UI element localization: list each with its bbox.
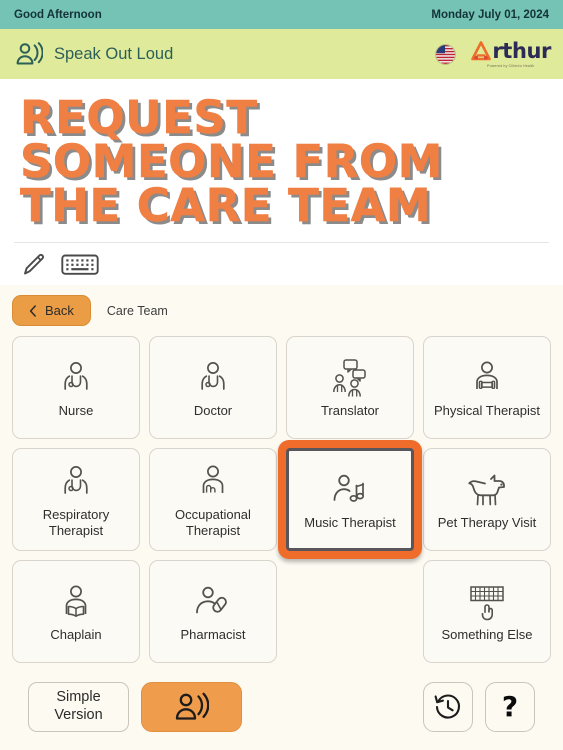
tile-label: Occupational Therapist [175, 507, 251, 538]
date-text: Monday July 01, 2024 [431, 8, 549, 21]
svg-text:?: ? [502, 692, 518, 722]
page-title-line-2: SOMEONE FROM [20, 135, 443, 189]
pencil-icon[interactable] [20, 251, 47, 278]
status-bar: Good Afternoon Monday July 01, 2024 [0, 0, 563, 29]
occupational-therapist-icon [194, 461, 232, 503]
arthur-logo-text: rthur [492, 38, 551, 63]
physical-therapist-icon [468, 357, 506, 399]
tile-label: Something Else [441, 627, 533, 643]
tile-empty-slot [286, 560, 414, 663]
tile-label: Pet Therapy Visit [437, 515, 537, 531]
music-therapist-icon [330, 469, 370, 511]
speak-button[interactable] [141, 681, 242, 732]
tile-occupational-therapist[interactable]: Occupational Therapist [149, 448, 277, 552]
breadcrumb: Care Team [106, 303, 168, 318]
pharmacist-icon [193, 581, 233, 623]
brand-area: rthur Powered by Cillento Health [435, 40, 551, 69]
app-root: Good Afternoon Monday July 01, 2024 Spea… [0, 0, 563, 750]
respiratory-therapist-icon [57, 461, 95, 503]
nurse-icon [57, 357, 95, 399]
dog-icon [466, 469, 508, 511]
tile-label: Chaplain [50, 627, 102, 643]
person-speaking-icon [175, 692, 209, 722]
question-mark-icon: ? [497, 692, 523, 722]
tile-physical-therapist[interactable]: Physical Therapist [423, 336, 551, 440]
input-toolbar [0, 243, 563, 286]
tile-pharmacist[interactable]: Pharmacist [149, 560, 277, 664]
translator-icon [329, 357, 371, 399]
tile-something-else[interactable]: Something Else [423, 560, 551, 664]
tile-translator[interactable]: Translator [286, 336, 414, 440]
page-title-area: REQUEST SOMEONE FROM THE CARE TEAM [0, 79, 563, 228]
tile-doctor[interactable]: Doctor [149, 336, 277, 440]
back-button-label: Back [45, 303, 74, 319]
speak-out-loud-label: Speak Out Loud [54, 44, 174, 63]
tile-label: Doctor [193, 403, 233, 419]
tile-music-therapist[interactable]: Music Therapist [286, 448, 414, 552]
speak-out-loud-bar: Speak Out Loud rthur Powered by Cillento… [0, 29, 563, 79]
page-title-line-1: REQUEST [20, 91, 258, 144]
keyboard-hand-icon [465, 581, 509, 623]
history-clock-icon [433, 692, 463, 722]
help-button[interactable]: ? [485, 681, 535, 732]
chaplain-icon [57, 581, 95, 623]
person-speaking-icon [16, 42, 43, 66]
breadcrumb-row: Back Care Team [12, 295, 551, 327]
doctor-icon [194, 357, 232, 399]
simple-version-label-line2: Version [54, 706, 103, 723]
simple-version-label-line1: Simple [56, 688, 101, 705]
page-title-line-3: THE CARE TEAM [20, 179, 432, 233]
speak-out-loud-button[interactable]: Speak Out Loud [16, 42, 173, 66]
tile-label: Physical Therapist [434, 403, 540, 419]
arthur-logo-tagline: Powered by Cillento Health [487, 63, 535, 68]
back-button[interactable]: Back [12, 295, 91, 327]
us-flag-icon[interactable] [435, 43, 457, 65]
tile-label: Nurse [58, 403, 94, 419]
care-team-grid: Nurse Doctor Translator Physical Therapi… [12, 336, 551, 664]
content-panel: Back Care Team Nurse Doctor Translator P… [0, 285, 563, 750]
tile-label: Pharmacist [180, 627, 246, 643]
bottom-bar: Simple Version ? [12, 663, 551, 750]
tile-respiratory-therapist[interactable]: Respiratory Therapist [12, 448, 140, 552]
simple-version-button[interactable]: Simple Version [28, 681, 129, 732]
tile-label: Music Therapist [304, 515, 396, 531]
tile-label: Translator [320, 403, 380, 419]
tile-label: Respiratory Therapist [42, 507, 110, 538]
tile-chaplain[interactable]: Chaplain [12, 560, 140, 664]
history-button[interactable] [423, 681, 473, 732]
tile-nurse[interactable]: Nurse [12, 336, 140, 440]
keyboard-icon[interactable] [61, 251, 99, 278]
arthur-logo[interactable]: rthur Powered by Cillento Health [470, 40, 551, 69]
arthur-logo-mark [470, 40, 492, 62]
tile-pet-therapy-visit[interactable]: Pet Therapy Visit [423, 448, 551, 552]
greeting-text: Good Afternoon [14, 8, 102, 21]
chevron-left-icon [29, 305, 37, 317]
